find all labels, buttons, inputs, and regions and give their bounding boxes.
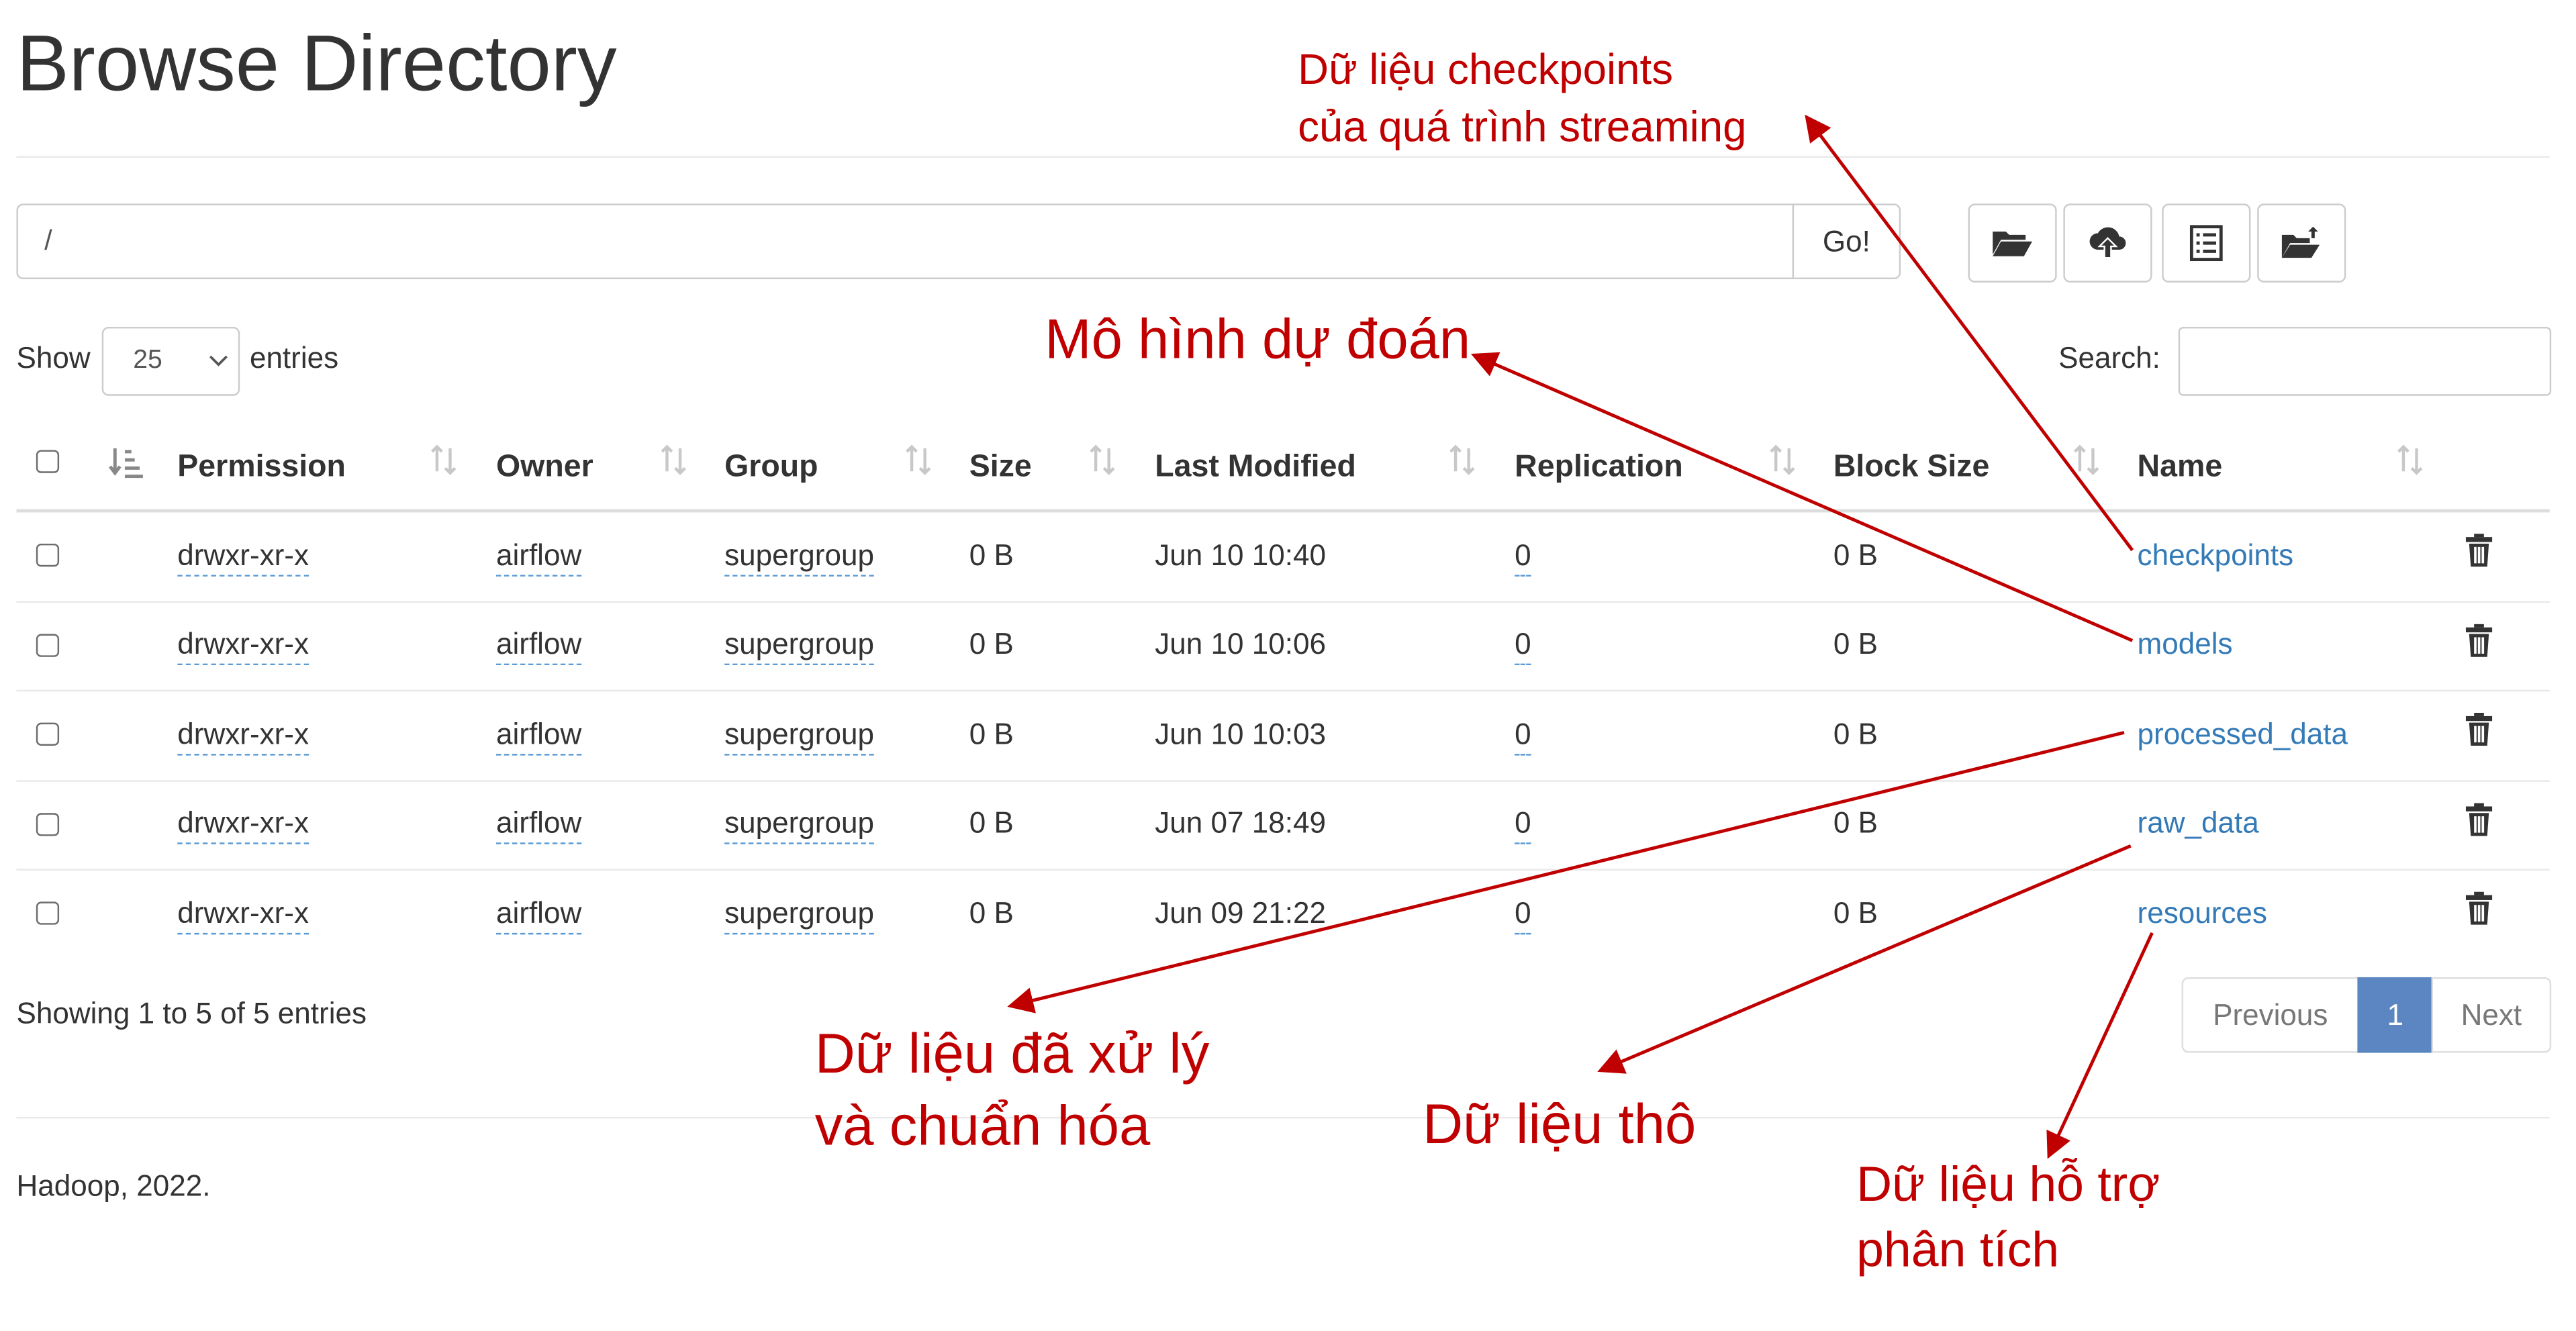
arrow-raw xyxy=(1597,844,2132,1074)
annotation-arrows xyxy=(1007,114,2154,1159)
arrow-models xyxy=(1470,352,2134,642)
arrow-processed xyxy=(1007,730,2125,1014)
arrow-checkpoints xyxy=(1805,114,2134,552)
arrow-resources xyxy=(2046,932,2154,1159)
